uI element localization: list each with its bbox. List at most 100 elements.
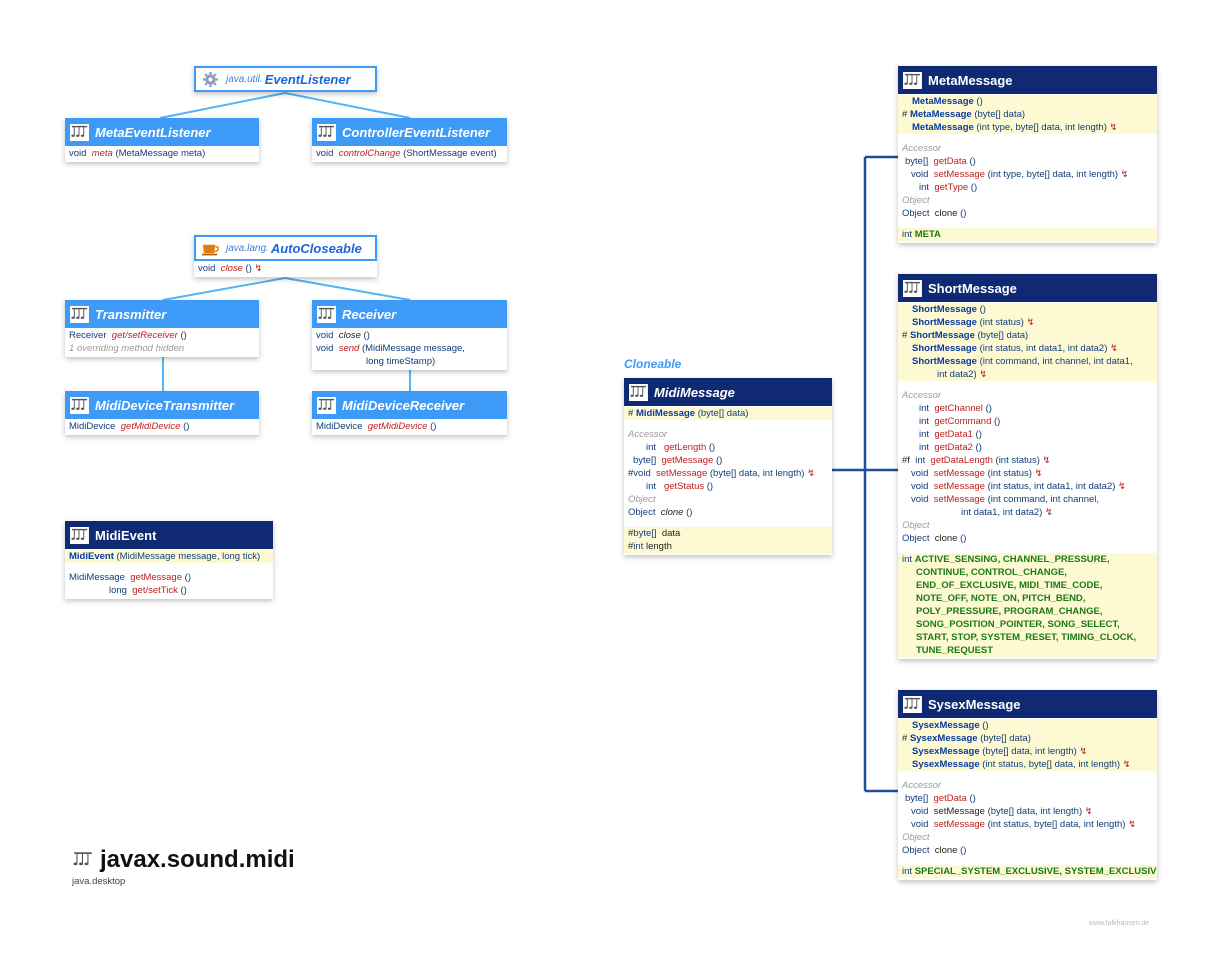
- field-row[interactable]: int META: [898, 228, 1157, 241]
- method-row[interactable]: int getCommand (): [898, 415, 1157, 428]
- metamessage-box[interactable]: MetaMessage MetaMessage () # MetaMessage…: [898, 66, 1157, 243]
- metaeventlistener-header: MetaEventListener: [65, 118, 259, 146]
- method-row[interactable]: byte[] getData (): [898, 155, 1157, 168]
- module-name: java.desktop: [72, 876, 126, 887]
- field-row[interactable]: CONTINUE, CONTROL_CHANGE,: [898, 566, 1157, 579]
- constructor-row[interactable]: SysexMessage (int status, byte[] data, i…: [898, 758, 1157, 771]
- method-row[interactable]: byte[] getMessage (): [624, 454, 832, 467]
- constructor-row[interactable]: # MetaMessage (byte[] data): [898, 108, 1157, 121]
- method-row[interactable]: void close () ↯: [194, 262, 377, 275]
- method-row[interactable]: void setMessage (int status, byte[] data…: [898, 818, 1157, 831]
- autocloseable-box[interactable]: java.lang. AutoCloseable void close () ↯: [194, 235, 377, 277]
- constructor-row[interactable]: MetaMessage (): [898, 95, 1157, 108]
- constructor-row[interactable]: SysexMessage (byte[] data, int length) ↯: [898, 745, 1157, 758]
- field-row[interactable]: POLY_PRESSURE, PROGRAM_CHANGE,: [898, 605, 1157, 618]
- eventlistener-name: EventListener: [264, 71, 351, 87]
- constructor-row-continued: int data2) ↯: [898, 368, 1157, 381]
- field-row[interactable]: #byte[] data: [624, 527, 832, 540]
- field-row[interactable]: SONG_POSITION_POINTER, SONG_SELECT,: [898, 618, 1157, 631]
- method-row[interactable]: Object clone (): [898, 207, 1157, 220]
- music-notes-icon: [903, 695, 922, 713]
- method-row[interactable]: int getStatus (): [624, 480, 832, 493]
- eventlistener-header: java.util. EventListener: [194, 66, 377, 92]
- field-row[interactable]: START, STOP, SYSTEM_RESET, TIMING_CLOCK,: [898, 631, 1157, 644]
- midievent-name: MidiEvent: [95, 527, 157, 543]
- section-label: Object: [902, 832, 930, 843]
- method-row[interactable]: void setMessage (int status) ↯: [898, 467, 1157, 480]
- eventlistener-box[interactable]: java.util. EventListener: [194, 66, 377, 92]
- midideviceceiver-box[interactable]: MidiDeviceReceiver MidiDevice getMidiDev…: [312, 391, 507, 435]
- method-row[interactable]: int getData2 (): [898, 441, 1157, 454]
- midimessage-stereotype: Cloneable: [624, 357, 682, 371]
- method-row[interactable]: MidiMessage getMessage (): [65, 571, 273, 584]
- constructor-row[interactable]: ShortMessage (int status) ↯: [898, 316, 1157, 329]
- constructor-row[interactable]: # SysexMessage (byte[] data): [898, 732, 1157, 745]
- constructor-row[interactable]: ShortMessage (int command, int channel, …: [898, 355, 1157, 368]
- method-row[interactable]: void setMessage (int type, byte[] data, …: [898, 168, 1157, 181]
- midideviceceiver-name: MidiDeviceReceiver: [342, 397, 465, 413]
- method-row[interactable]: MidiDevice getMidiDevice (): [65, 420, 259, 433]
- transmitter-name: Transmitter: [95, 306, 167, 322]
- midievent-box[interactable]: MidiEvent MidiEvent (MidiMessage message…: [65, 521, 273, 599]
- method-row[interactable]: void setMessage (int command, int channe…: [898, 493, 1157, 506]
- method-row[interactable]: MidiDevice getMidiDevice (): [312, 420, 507, 433]
- method-row[interactable]: int getData1 (): [898, 428, 1157, 441]
- method-row[interactable]: Object clone (): [898, 844, 1157, 857]
- constructor-row[interactable]: # MidiMessage (byte[] data): [624, 407, 832, 420]
- controllereventlistener-name: ControllerEventListener: [342, 124, 491, 140]
- method-row[interactable]: Object clone (): [898, 532, 1157, 545]
- method-row[interactable]: void send (MidiMessage message,: [312, 342, 507, 355]
- method-row-continued: int data1, int data2) ↯: [961, 507, 1053, 518]
- method-row[interactable]: int getLength (): [624, 441, 832, 454]
- method-row[interactable]: byte[] getData (): [898, 792, 1157, 805]
- field-row[interactable]: int ACTIVE_SENSING, CHANNEL_PRESSURE,: [898, 553, 1157, 566]
- controllereventlistener-box[interactable]: ControllerEventListener void controlChan…: [312, 118, 507, 162]
- constructor-row[interactable]: # ShortMessage (byte[] data): [898, 329, 1157, 342]
- section-label: Object: [902, 195, 930, 206]
- method-row[interactable]: Receiver get/setReceiver (): [65, 329, 259, 342]
- method-row[interactable]: int getType (): [898, 181, 1157, 194]
- field-row[interactable]: TUNE_REQUEST: [898, 644, 1157, 657]
- sysexmessage-box[interactable]: SysexMessage SysexMessage () # SysexMess…: [898, 690, 1157, 880]
- mididevicetransmitter-name: MidiDeviceTransmitter: [95, 397, 235, 413]
- shortmessage-box[interactable]: ShortMessage ShortMessage () ShortMessag…: [898, 274, 1157, 659]
- eventlistener-package: java.util.: [226, 73, 263, 85]
- mididevicetransmitter-box[interactable]: MidiDeviceTransmitter MidiDevice getMidi…: [65, 391, 259, 435]
- music-notes-icon: [70, 396, 89, 414]
- section-label: Accessor: [628, 429, 668, 440]
- method-row[interactable]: int getChannel (): [898, 402, 1157, 415]
- method-row[interactable]: long get/setTick (): [65, 584, 273, 597]
- credit-text: www.falkhausen.de: [1089, 920, 1150, 927]
- field-row[interactable]: NOTE_OFF, NOTE_ON, PITCH_BEND,: [898, 592, 1157, 605]
- method-row[interactable]: void close (): [312, 329, 507, 342]
- mididevicetransmitter-header: MidiDeviceTransmitter: [65, 391, 259, 419]
- field-row[interactable]: END_OF_EXCLUSIVE, MIDI_TIME_CODE,: [898, 579, 1157, 592]
- autocloseable-package: java.lang.: [226, 242, 269, 254]
- link-midimessage-subclasses: [832, 155, 898, 793]
- constructor-row[interactable]: MidiEvent (MidiMessage message, long tic…: [65, 550, 273, 563]
- music-notes-icon: [903, 71, 922, 89]
- method-row[interactable]: void setMessage (int status, int data1, …: [898, 480, 1157, 493]
- constructor-row[interactable]: SysexMessage (): [898, 719, 1157, 732]
- link-eventlistener-metaeventlistener: [159, 92, 286, 119]
- midimessage-name: MidiMessage: [654, 384, 735, 400]
- sysexmessage-header: SysexMessage: [898, 690, 1157, 718]
- receiver-name: Receiver: [342, 306, 397, 322]
- field-row[interactable]: #int length: [624, 540, 832, 553]
- method-row[interactable]: void setMessage (byte[] data, int length…: [898, 805, 1157, 818]
- metaeventlistener-box[interactable]: MetaEventListener void meta (MetaMessage…: [65, 118, 259, 162]
- constructor-row[interactable]: ShortMessage (int status, int data1, int…: [898, 342, 1157, 355]
- constructor-row[interactable]: ShortMessage (): [898, 303, 1157, 316]
- method-row[interactable]: Object clone (): [624, 506, 832, 519]
- field-row[interactable]: int SPECIAL_SYSTEM_EXCLUSIVE, SYSTEM_EXC…: [898, 865, 1157, 878]
- receiver-box[interactable]: Receiver void close () void send (MidiMe…: [312, 300, 507, 370]
- method-row[interactable]: #void setMessage (byte[] data, int lengt…: [624, 467, 832, 480]
- constructor-row[interactable]: MetaMessage (int type, byte[] data, int …: [898, 121, 1157, 134]
- method-row[interactable]: void meta (MetaMessage meta): [65, 147, 259, 160]
- method-row[interactable]: #f int getDataLength (int status) ↯: [898, 454, 1157, 467]
- method-row[interactable]: void controlChange (ShortMessage event): [312, 147, 507, 160]
- music-notes-icon: [70, 123, 89, 141]
- midimessage-box[interactable]: MidiMessage # MidiMessage (byte[] data) …: [624, 378, 832, 555]
- transmitter-box[interactable]: Transmitter Receiver get/setReceiver () …: [65, 300, 259, 357]
- hidden-methods-note: 1 overriding method hidden: [69, 343, 185, 354]
